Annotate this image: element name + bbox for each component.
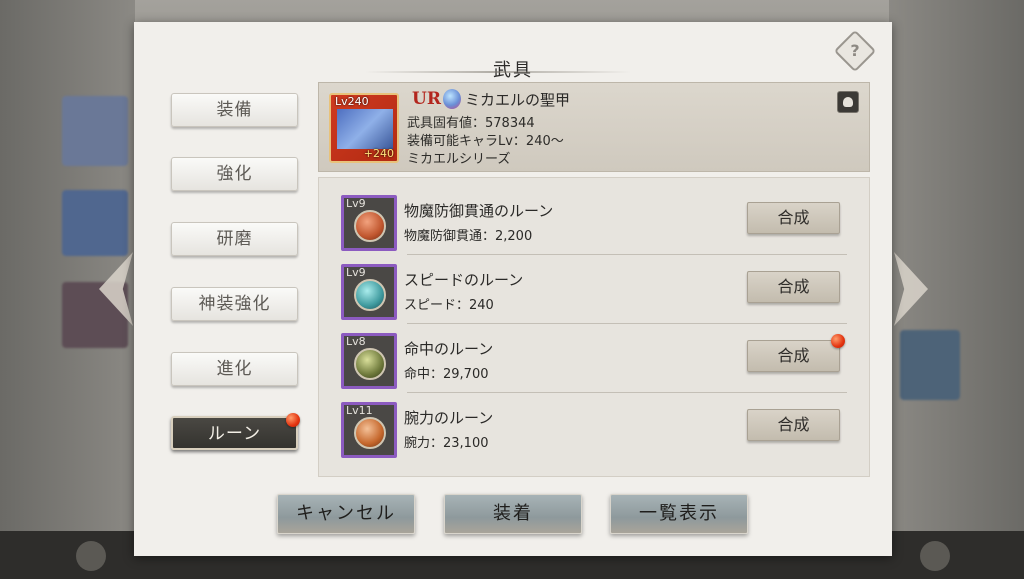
armor-item-icon[interactable]: Lv240 +240: [329, 93, 399, 163]
tab-label: 装備: [216, 100, 253, 120]
title-divider: [365, 71, 631, 73]
background-card: [62, 96, 128, 166]
tab-enhance[interactable]: 強化: [171, 157, 298, 191]
series-gem-icon: [443, 89, 461, 109]
fuse-button[interactable]: 合成: [747, 340, 840, 372]
rune-icon[interactable]: Lv9: [341, 195, 397, 251]
tab-evolve[interactable]: 進化: [171, 352, 298, 386]
equip-button[interactable]: 装着: [444, 494, 582, 534]
strength-rune-orb: [354, 417, 386, 449]
rune-list: Lv9 物魔防御貫通のルーン 物魔防御貫通：2,200 合成 Lv9 スピードの…: [318, 177, 870, 477]
cancel-button[interactable]: キャンセル: [277, 494, 415, 534]
rune-name: 物魔防御貫通のルーン: [404, 202, 554, 220]
item-name: ミカエルの聖甲: [465, 91, 571, 109]
tab-divine-enhance[interactable]: 神装強化: [171, 287, 298, 321]
accuracy-rune-orb: [354, 348, 386, 380]
armor-icon: [337, 109, 393, 149]
speed-rune-orb: [354, 279, 386, 311]
rune-icon[interactable]: Lv11: [341, 402, 397, 458]
background-card: [62, 190, 128, 256]
rune-stat: スピード：240: [404, 298, 494, 313]
rune-name: 命中のルーン: [404, 340, 494, 358]
rune-level: Lv9: [346, 266, 366, 279]
fuse-button[interactable]: 合成: [747, 271, 840, 303]
equipment-dialog: 武具 ? 装備 強化 研磨 神装強化 進化 ルーン Lv240 +240 UR …: [134, 22, 892, 556]
tab-label: 神装強化: [198, 294, 271, 314]
rune-stat: 命中：29,700: [404, 367, 489, 382]
background-card: [900, 330, 960, 400]
item-level: Lv240: [335, 95, 369, 108]
question-icon: ?: [850, 41, 860, 60]
item-series: ミカエルシリーズ: [407, 152, 511, 167]
fuse-button[interactable]: 合成: [747, 202, 840, 234]
rune-level: Lv8: [346, 335, 366, 348]
tab-label: ルーン: [207, 424, 262, 444]
list-item: Lv9 物魔防御貫通のルーン 物魔防御貫通：2,200 合成: [319, 186, 871, 255]
list-item: Lv9 スピードのルーン スピード：240 合成: [319, 255, 871, 324]
fuse-button[interactable]: 合成: [747, 409, 840, 441]
rune-icon[interactable]: Lv8: [341, 333, 397, 389]
list-item: Lv11 腕力のルーン 腕力：23,100 合成: [319, 393, 871, 462]
rune-stat: 腕力：23,100: [404, 436, 489, 451]
tab-equip[interactable]: 装備: [171, 93, 298, 127]
tab-label: 進化: [216, 359, 253, 379]
list-item: Lv8 命中のルーン 命中：29,700 合成: [319, 324, 871, 393]
tab-label: 強化: [216, 164, 253, 184]
item-header: Lv240 +240 UR ミカエルの聖甲 武具固有値：578344 装備可能キ…: [318, 82, 870, 172]
rune-name: 腕力のルーン: [404, 409, 494, 427]
tab-label: 研磨: [216, 229, 253, 249]
rarity-label: UR: [412, 89, 441, 109]
rune-level: Lv11: [346, 404, 373, 417]
list-view-button[interactable]: 一覧表示: [610, 494, 748, 534]
footer-icon: [920, 541, 950, 571]
footer-icon: [76, 541, 106, 571]
equippable-level: 装備可能キャラLv：240～: [407, 134, 564, 149]
item-plus: +240: [363, 147, 394, 160]
tab-polish[interactable]: 研磨: [171, 222, 298, 256]
rune-icon[interactable]: Lv9: [341, 264, 397, 320]
unique-value: 武具固有値：578344: [407, 116, 535, 131]
tab-rune[interactable]: ルーン: [171, 416, 298, 450]
rune-level: Lv9: [346, 197, 366, 210]
rune-name: スピードのルーン: [404, 271, 524, 289]
rune-tab-notification-badge: [286, 413, 300, 427]
defense-penetration-rune-orb: [354, 210, 386, 242]
rune-stat: 物魔防御貫通：2,200: [404, 229, 533, 244]
item-detail-icon[interactable]: [837, 91, 859, 113]
fuse-notification-badge: [831, 334, 845, 348]
